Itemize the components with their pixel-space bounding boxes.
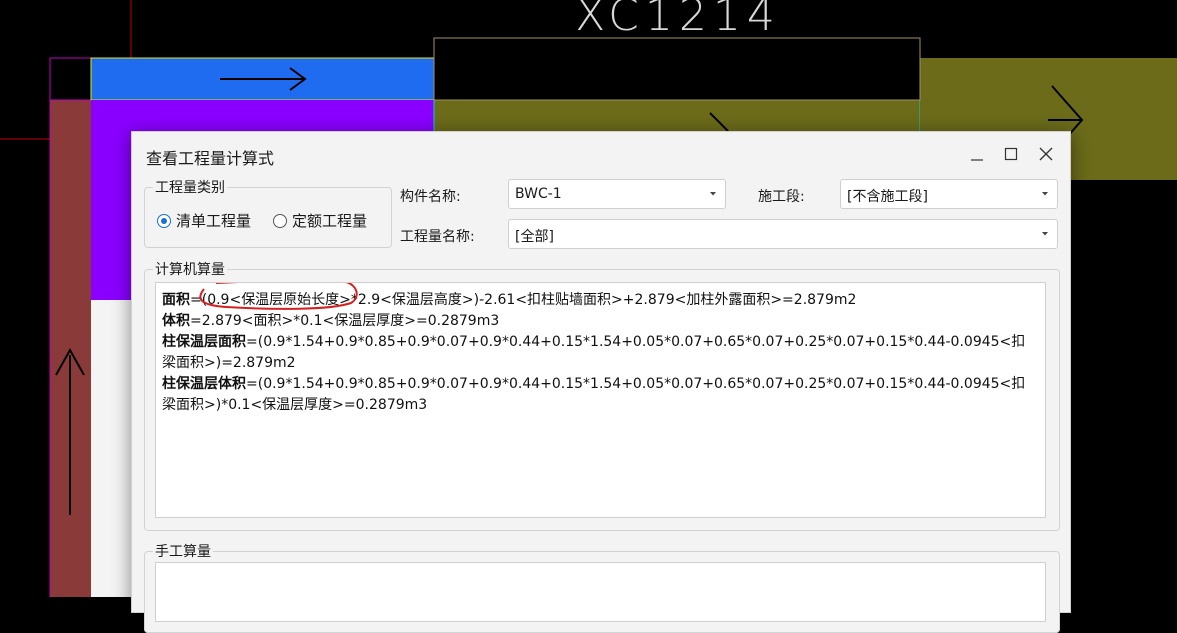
- calc-line-volume: 体积=2.879<面积>*0.1<保温层厚度>=0.2879m3: [162, 313, 500, 329]
- quantity-name-select[interactable]: [全部]: [508, 219, 1058, 249]
- chevron-down-icon: [1042, 192, 1048, 196]
- radio-bill-quantity-label: 清单工程量: [176, 212, 252, 230]
- dialog-title: 查看工程量计算式: [146, 149, 275, 168]
- radio-selected-icon[interactable]: [157, 213, 171, 228]
- close-icon[interactable]: [1033, 141, 1059, 167]
- dialog-titlebar[interactable]: 查看工程量计算式: [132, 132, 1070, 176]
- quantity-type-legend: 工程量类别: [155, 180, 225, 196]
- chevron-down-icon: [1042, 232, 1048, 236]
- component-name-label: 构件名称:: [400, 189, 461, 205]
- drawing-label: XC1214: [575, 0, 781, 41]
- radio-quota-quantity[interactable]: 定额工程量: [273, 210, 367, 231]
- construction-section-value: [不含施工段]: [847, 189, 928, 205]
- view-quantity-formula-dialog: 查看工程量计算式 工程量类别 清单工程量 定额工程量 构件名称: BWC-1 施…: [131, 131, 1071, 633]
- calc-line-column-insulation-area: 柱保温层面积=(0.9*1.54+0.9*0.85+0.9*0.07+0.9*0…: [162, 334, 1026, 371]
- construction-section-label: 施工段:: [758, 189, 805, 205]
- computer-calc-legend: 计算机算量: [155, 262, 225, 278]
- minimize-icon[interactable]: [964, 141, 990, 167]
- radio-quota-quantity-label: 定额工程量: [292, 212, 368, 230]
- quantity-name-value: [全部]: [515, 229, 554, 245]
- calc-formula-text: 面积=(0.9<保温层原始长度>*2.9<保温层高度>)-2.61<扣柱贴墙面积…: [162, 290, 1036, 416]
- calc-line-column-insulation-volume: 柱保温层体积=(0.9*1.54+0.9*0.85+0.9*0.07+0.9*0…: [162, 376, 1026, 413]
- component-name-select[interactable]: BWC-1: [508, 179, 726, 209]
- manual-calc-textarea[interactable]: [155, 562, 1046, 622]
- chevron-down-icon: [710, 192, 716, 196]
- component-name-value: BWC-1: [515, 186, 562, 202]
- maximize-icon[interactable]: [998, 141, 1024, 167]
- computer-calc-textarea[interactable]: 面积=(0.9<保温层原始长度>*2.9<保温层高度>)-2.61<扣柱贴墙面积…: [155, 282, 1046, 518]
- construction-section-select[interactable]: [不含施工段]: [840, 179, 1058, 209]
- quantity-name-label: 工程量名称:: [400, 229, 475, 245]
- radio-bill-quantity[interactable]: 清单工程量: [157, 210, 251, 231]
- manual-calc-legend: 手工算量: [155, 544, 211, 560]
- radio-unselected-icon[interactable]: [273, 213, 287, 228]
- calc-line-area: 面积=(0.9<保温层原始长度>*2.9<保温层高度>)-2.61<扣柱贴墙面积…: [162, 292, 857, 308]
